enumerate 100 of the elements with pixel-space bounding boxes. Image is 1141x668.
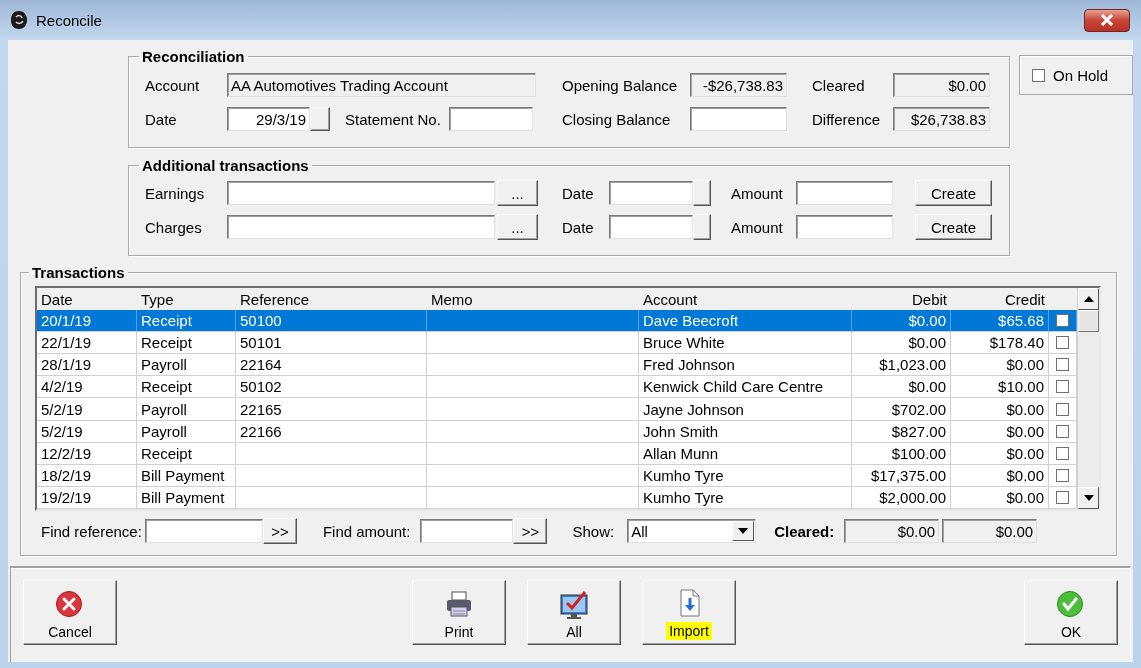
table-cell: Jayne Johnson: [639, 398, 852, 421]
column-header[interactable]: Memo: [427, 288, 639, 311]
table-cell: $65.68: [951, 310, 1049, 333]
table-row[interactable]: 22/1/19 Receipt 50101 Bruce White $0.00 $178.40: [37, 332, 1077, 355]
statement-field[interactable]: [448, 107, 533, 131]
table-cell: Dave Beecroft: [639, 310, 852, 333]
field-label: Cleared: [812, 76, 866, 94]
amount-field[interactable]: [796, 215, 893, 239]
scrollbar[interactable]: [1077, 288, 1099, 509]
checkbox[interactable]: [1056, 402, 1069, 416]
column-header[interactable]: Type: [137, 288, 236, 311]
input-field[interactable]: [690, 107, 787, 131]
date-field[interactable]: [609, 215, 693, 239]
checkbox[interactable]: [1056, 490, 1069, 504]
checkbox[interactable]: [1056, 380, 1069, 394]
column-header[interactable]: Reference: [236, 288, 427, 311]
toolbar-button[interactable]: Print: [412, 580, 506, 645]
table-row[interactable]: 12/2/19 Receipt Allan Munn $100.00 $0.00: [37, 442, 1077, 465]
search-field[interactable]: [144, 519, 263, 543]
show-dropdown[interactable]: All: [627, 519, 757, 543]
balance-field: $0.00: [893, 73, 990, 97]
table-cell: Payroll: [137, 354, 236, 377]
table-cell: $100.00: [852, 442, 951, 465]
table-row[interactable]: 19/2/19 Bill Payment Kumho Tyre $2,000.00 $0.00: [37, 486, 1077, 509]
column-header[interactable]: Debit: [852, 288, 951, 311]
table-cell: John Smith: [639, 420, 852, 443]
table-cell: 5/2/19: [37, 398, 137, 421]
browse-button[interactable]: ...: [497, 214, 538, 240]
field-label: Statement No.: [345, 110, 441, 128]
checkbox[interactable]: [1056, 424, 1069, 438]
date-picker-button[interactable]: [693, 180, 711, 206]
table-cell: 20/1/19: [37, 310, 137, 333]
table-cell: Payroll: [137, 420, 236, 443]
table-cell: 28/1/19: [37, 354, 137, 377]
field-label: Find amount:: [322, 522, 411, 540]
close-button[interactable]: [1084, 8, 1130, 32]
input-field[interactable]: [227, 215, 495, 239]
dropdown-button[interactable]: [732, 521, 755, 541]
date-picker-button[interactable]: [693, 214, 711, 240]
scroll-up-button[interactable]: [1078, 288, 1099, 310]
create-button[interactable]: Create: [915, 214, 992, 240]
column-header[interactable]: Date: [37, 288, 137, 311]
table-cell: 4/2/19: [37, 376, 137, 399]
x-circle-icon: [55, 590, 85, 620]
table-cell: $1,023.00: [852, 354, 951, 377]
table-row[interactable]: 18/2/19 Bill Payment Kumho Tyre $17,375.00 $0.00: [37, 464, 1077, 487]
checkbox-label[interactable]: On Hold: [1053, 66, 1109, 84]
column-header[interactable]: Account: [639, 288, 852, 311]
table-cell: 5/2/19: [37, 420, 137, 443]
table-cell: 12/2/19: [37, 442, 137, 465]
app-icon: [10, 10, 28, 30]
checkbox[interactable]: [1032, 68, 1045, 82]
table-cell: Kumho Tyre: [639, 486, 852, 509]
checkbox[interactable]: [1056, 336, 1069, 350]
scroll-thumb[interactable]: [1078, 310, 1099, 332]
checkbox[interactable]: [1056, 468, 1069, 482]
checkbox[interactable]: [1056, 358, 1069, 372]
table-cell: 18/2/19: [37, 464, 137, 487]
table-cell: 22164: [236, 354, 427, 377]
table-row[interactable]: 5/2/19 Payroll 22166 John Smith $827.00 $0.00: [37, 420, 1077, 443]
total-field: $0.00: [942, 519, 1038, 543]
date-field[interactable]: [609, 181, 693, 205]
input-field[interactable]: [227, 181, 495, 205]
browse-button[interactable]: ...: [497, 180, 538, 206]
table-cell: $702.00: [852, 398, 951, 421]
printer-icon: [444, 590, 474, 620]
scroll-down-button[interactable]: [1078, 487, 1099, 509]
toolbar-button[interactable]: Import: [642, 580, 736, 645]
checkbox[interactable]: [1056, 314, 1069, 328]
table-cell: Receipt: [137, 310, 236, 333]
column-header[interactable]: Credit: [951, 288, 1049, 311]
toolbar-button[interactable]: Cancel: [23, 580, 117, 645]
table-row[interactable]: 20/1/19 Receipt 50100 Dave Beecroft $0.00 $65.68: [37, 310, 1077, 333]
find-button[interactable]: >>: [513, 518, 548, 544]
table-cell: Kenwick Child Care Centre: [639, 376, 852, 399]
table-cell: 50101: [236, 332, 427, 355]
table-cell: Allan Munn: [639, 442, 852, 465]
table-cell: $0.00: [951, 464, 1049, 487]
checkbox[interactable]: [1056, 446, 1069, 460]
account-field: AA Automotives Trading Account: [227, 73, 536, 97]
table-row[interactable]: 4/2/19 Receipt 50102 Kenwick Child Care Centre $0.00 $10.00: [37, 376, 1077, 399]
amount-field[interactable]: [796, 181, 893, 205]
group-title: Reconciliation: [142, 48, 245, 65]
table-row[interactable]: 28/1/19 Payroll 22164 Fred Johnson $1,023.00 $0.00: [37, 354, 1077, 377]
table-cell: $2,000.00: [852, 486, 951, 509]
toolbar-button[interactable]: OK: [1024, 580, 1118, 645]
total-field: $0.00: [844, 519, 940, 543]
search-field[interactable]: [420, 519, 514, 543]
field-label: Opening Balance: [562, 76, 679, 94]
table-cell: 19/2/19: [37, 486, 137, 509]
find-button[interactable]: >>: [262, 518, 297, 544]
table-cell: 22166: [236, 420, 427, 443]
table-row[interactable]: 5/2/19 Payroll 22165 Jayne Johnson $702.00 $0.00: [37, 398, 1077, 421]
date-field[interactable]: 29/3/19: [227, 107, 310, 131]
date-picker-button[interactable]: [310, 107, 330, 131]
table-cell: Receipt: [137, 376, 236, 399]
create-button[interactable]: Create: [915, 180, 992, 206]
table-cell: Kumho Tyre: [639, 464, 852, 487]
table-cell: $0.00: [852, 376, 951, 399]
toolbar-button[interactable]: All: [527, 580, 621, 645]
